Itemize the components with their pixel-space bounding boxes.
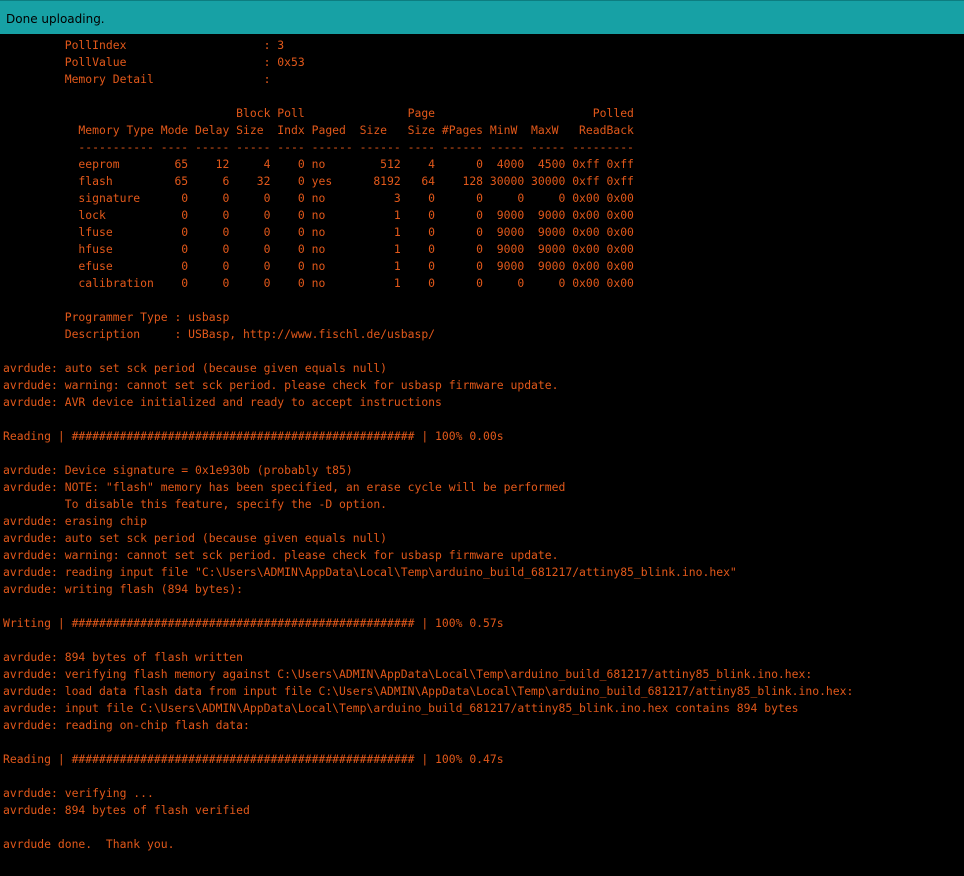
console-lines: PollIndex : 3 PollValue : 0x53 Memory De…	[3, 37, 853, 853]
console-line: Writing | ##############################…	[3, 616, 504, 630]
console-line: ----------- ---- ----- ----- ---- ------…	[3, 140, 634, 154]
console-line: avrdude: 894 bytes of flash written	[3, 650, 244, 664]
console-line: avrdude: auto set sck period (because gi…	[3, 531, 388, 545]
console-line: flash 65 6 32 0 yes 8192 64 128 30000 30…	[3, 174, 634, 188]
console-line: avrdude: reading input file "C:\Users\AD…	[3, 565, 737, 579]
console-line: To disable this feature, specify the -D …	[3, 497, 388, 511]
console-line: avrdude: Device signature = 0x1e930b (pr…	[3, 463, 353, 477]
console-line: avrdude: load data flash data from input…	[3, 684, 854, 698]
console-line: avrdude: AVR device initialized and read…	[3, 395, 442, 409]
console-line: avrdude: 894 bytes of flash verified	[3, 803, 250, 817]
console-line: avrdude: reading on-chip flash data:	[3, 718, 250, 732]
status-bar: Done uploading.	[0, 0, 964, 34]
console-line: signature 0 0 0 0 no 3 0 0 0 0 0x00 0x00	[3, 191, 634, 205]
console-line: eeprom 65 12 4 0 no 512 4 0 4000 4500 0x…	[3, 157, 634, 171]
console-line: Memory Detail :	[3, 72, 271, 86]
console-line: avrdude: erasing chip	[3, 514, 148, 528]
console-line: avrdude: verifying flash memory against …	[3, 667, 813, 681]
console-line: avrdude: warning: cannot set sck period.…	[3, 378, 559, 392]
console-line: avrdude: auto set sck period (because gi…	[3, 361, 388, 375]
console-line: Reading | ##############################…	[3, 752, 504, 766]
console-line: Description : USBasp, http://www.fischl.…	[3, 327, 436, 341]
console-line: lock 0 0 0 0 no 1 0 0 9000 9000 0x00 0x0…	[3, 208, 634, 222]
console-line: hfuse 0 0 0 0 no 1 0 0 9000 9000 0x00 0x…	[3, 242, 634, 256]
console-line: Block Poll Page Polled	[3, 106, 634, 120]
console-line: efuse 0 0 0 0 no 1 0 0 9000 9000 0x00 0x…	[3, 259, 634, 273]
status-message: Done uploading.	[6, 12, 105, 26]
console-line: avrdude done. Thank you.	[3, 837, 175, 851]
console-line: avrdude: input file C:\Users\ADMIN\AppDa…	[3, 701, 799, 715]
console-line: Reading | ##############################…	[3, 429, 504, 443]
console-line: calibration 0 0 0 0 no 1 0 0 0 0 0x00 0x…	[3, 276, 634, 290]
console-line: avrdude: NOTE: "flash" memory has been s…	[3, 480, 566, 494]
console-line: lfuse 0 0 0 0 no 1 0 0 9000 9000 0x00 0x…	[3, 225, 634, 239]
console-line: Programmer Type : usbasp	[3, 310, 230, 324]
console-line: avrdude: writing flash (894 bytes):	[3, 582, 244, 596]
console-line: Memory Type Mode Delay Size Indx Paged S…	[3, 123, 634, 137]
console-output[interactable]: PollIndex : 3 PollValue : 0x53 Memory De…	[0, 34, 964, 876]
console-line: PollValue : 0x53	[3, 55, 305, 69]
console-line: avrdude: verifying ...	[3, 786, 154, 800]
console-line: PollIndex : 3	[3, 38, 285, 52]
console-line: avrdude: warning: cannot set sck period.…	[3, 548, 559, 562]
